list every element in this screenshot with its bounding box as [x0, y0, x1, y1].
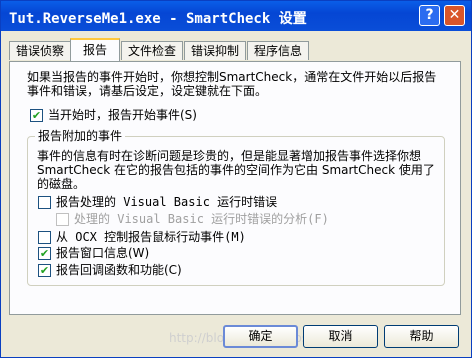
- callback-functions-label[interactable]: 报告回调函数和功能(C): [56, 263, 182, 277]
- tab-program-info[interactable]: 程序信息: [247, 41, 309, 60]
- settings-dialog: Tut.ReverseMe1.exe - SmartCheck 设置 ? ✕ 错…: [0, 0, 472, 358]
- window-messages-label[interactable]: 报告窗口信息(W): [56, 246, 149, 260]
- help-title-button[interactable]: ?: [419, 5, 440, 26]
- group-title: 报告附加的事件: [35, 129, 126, 143]
- vb-runtime-errors-label[interactable]: 报告处理的 Visual Basic 运行时错误: [56, 195, 277, 209]
- ocx-mouse-events-label[interactable]: 从 OCX 控制报告鼠标行动事件(M): [56, 230, 246, 244]
- start-reporting-label[interactable]: 当开始时，报告开始事件(S): [48, 108, 197, 122]
- tab-file-check[interactable]: 文件检查: [121, 41, 183, 60]
- group-description: 事件的信息有时在诊断问题是珍贵的，但是能显著增加报告事件选择你想SmartChe…: [37, 149, 435, 191]
- tab-report[interactable]: 报告: [70, 38, 120, 61]
- start-reporting-checkbox[interactable]: ✔: [30, 109, 43, 122]
- title-bar[interactable]: Tut.ReverseMe1.exe - SmartCheck 设置 ? ✕: [1, 1, 471, 31]
- ocx-mouse-events-checkbox[interactable]: [38, 231, 51, 244]
- callback-functions-checkbox[interactable]: ✔: [38, 264, 51, 277]
- window-title: Tut.ReverseMe1.exe - SmartCheck 设置: [9, 11, 307, 27]
- report-description: 如果当报告的事件开始时，你想控制SmartCheck，通常在文件开始以后报告事件…: [27, 70, 437, 98]
- vb-error-analysis-label: 处理的 Visual Basic 运行时错误的分析(F): [74, 212, 329, 226]
- help-button[interactable]: 帮助: [384, 325, 459, 348]
- cancel-button[interactable]: 取消: [303, 325, 378, 348]
- window-messages-checkbox[interactable]: ✔: [38, 247, 51, 260]
- vb-runtime-errors-checkbox[interactable]: [38, 196, 51, 209]
- ok-button[interactable]: 确定: [223, 325, 298, 348]
- close-button[interactable]: ✕: [444, 5, 465, 26]
- vb-error-analysis-checkbox[interactable]: [56, 213, 69, 226]
- tab-error-suppression[interactable]: 错误抑制: [184, 41, 246, 60]
- tab-error-detection[interactable]: 错误侦察: [9, 41, 71, 60]
